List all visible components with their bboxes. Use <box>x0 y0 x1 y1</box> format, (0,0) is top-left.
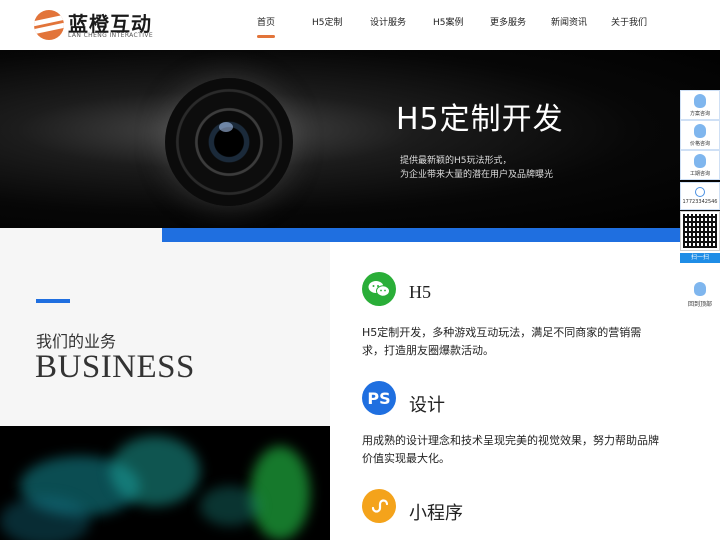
particles-image <box>0 426 330 540</box>
qq-mascot-icon <box>694 282 706 296</box>
consult-price-label: 价格咨询 <box>689 141 710 147</box>
section-title-en: BUSINESS <box>35 349 195 385</box>
header: 蓝橙互动 LAN CHENG INTERACTIVE 首页 H5定制 设计服务 … <box>0 0 720 50</box>
banner-title: H5定制开发 <box>396 102 564 137</box>
qr-code-icon <box>680 211 720 251</box>
nav-item-more[interactable]: 更多服务 <box>490 15 526 28</box>
back-to-top-button[interactable]: 回到顶部 <box>680 268 720 310</box>
nav-item-h5-cases[interactable]: H5案例 <box>433 15 464 28</box>
scan-label: 扫一扫 <box>680 253 720 263</box>
nav-item-design[interactable]: 设计服务 <box>370 15 406 28</box>
service-title-design[interactable]: 设计 <box>409 391 445 417</box>
section-bg-top <box>0 228 162 242</box>
camera-lens-image <box>165 78 293 206</box>
service-desc-h5: H5定制开发，多种游戏互动玩法，满足不同商家的营销需求，打造朋友圈爆款活动。 <box>362 326 642 357</box>
miniprogram-icon <box>362 489 396 523</box>
logo[interactable]: 蓝橙互动 LAN CHENG INTERACTIVE <box>34 9 154 41</box>
banner-subtitle-line1: 提供最新颖的H5玩法形式， <box>400 156 512 166</box>
wechat-icon <box>362 272 396 306</box>
qq-icon <box>694 124 706 138</box>
nav-item-home[interactable]: 首页 <box>257 15 276 38</box>
nav-item-h5-custom[interactable]: H5定制 <box>312 15 343 28</box>
section-accent-line <box>36 299 70 303</box>
service-title-miniprogram[interactable]: 小程序 <box>409 499 463 525</box>
phone-number: 17723342546 <box>682 199 718 205</box>
qq-icon <box>694 154 706 168</box>
consult-schedule-button[interactable]: 工期咨询 <box>680 150 720 180</box>
consult-plan-label: 方案咨询 <box>689 111 710 117</box>
qq-icon <box>694 94 706 108</box>
phone-icon <box>695 187 705 197</box>
page: 蓝橙互动 LAN CHENG INTERACTIVE 首页 H5定制 设计服务 … <box>0 0 720 540</box>
service-title-h5[interactable]: H5 <box>409 282 431 303</box>
accent-bar <box>162 228 720 242</box>
logo-mark-icon <box>34 10 64 40</box>
consult-price-button[interactable]: 价格咨询 <box>680 120 720 150</box>
logo-subtext: LAN CHENG INTERACTIVE <box>68 32 154 39</box>
consult-schedule-label: 工期咨询 <box>689 171 710 177</box>
nav-item-news[interactable]: 新闻资讯 <box>551 15 587 28</box>
back-to-top-label: 回到顶部 <box>687 301 712 308</box>
banner-subtitle-line2: 为企业带来大量的潜在用户及品牌曝光 <box>400 170 554 180</box>
phone-contact[interactable]: 17723342546 <box>680 182 720 210</box>
hero-banner: H5定制开发 提供最新颖的H5玩法形式， 为企业带来大量的潜在用户及品牌曝光 <box>0 50 720 228</box>
service-desc-design: 用成熟的设计理念和技术呈现完美的视觉效果，努力帮助品牌价值实现最大化。 <box>362 434 659 465</box>
nav-item-about[interactable]: 关于我们 <box>611 15 647 28</box>
consult-plan-button[interactable]: 方案咨询 <box>680 90 720 120</box>
ps-icon: PS <box>362 381 396 415</box>
